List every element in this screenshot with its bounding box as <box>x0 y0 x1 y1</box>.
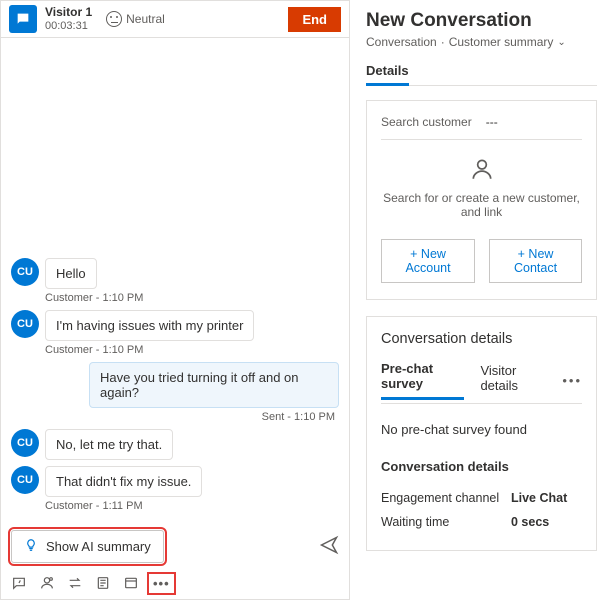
neutral-face-icon <box>106 11 122 27</box>
conversation-details-card: Conversation details Pre-chat survey Vis… <box>366 316 597 551</box>
kv-value: Live Chat <box>511 491 567 505</box>
sentiment-indicator: Neutral <box>106 11 165 27</box>
message-group: CU Hello Customer - 1:10 PM <box>11 258 339 304</box>
chevron-down-icon[interactable]: ⌄ <box>557 37 565 48</box>
chat-panel: Visitor 1 00:03:31 Neutral End CU Hello … <box>0 0 350 600</box>
empty-customer-text: Search for or create a new customer, and… <box>381 191 582 219</box>
kv-label: Waiting time <box>381 515 511 529</box>
new-account-button[interactable]: + New Account <box>381 239 475 283</box>
end-button[interactable]: End <box>288 7 341 32</box>
send-icon[interactable] <box>319 535 339 558</box>
tab-visitor-details[interactable]: Visitor details <box>480 363 546 399</box>
customer-card: Search customer --- Search for or create… <box>366 100 597 300</box>
search-customer-value: --- <box>486 115 498 129</box>
avatar: CU <box>11 310 39 338</box>
knowledge-icon[interactable] <box>123 575 139 591</box>
message-bubble: Hello <box>45 258 97 289</box>
message-group: CU No, let me try that. <box>11 429 339 460</box>
chat-transcript: CU Hello Customer - 1:10 PM CU I'm havin… <box>1 38 349 522</box>
sentiment-label: Neutral <box>126 12 165 26</box>
ai-summary-row: Show AI summary <box>1 522 349 569</box>
person-icon <box>469 170 495 185</box>
breadcrumb-item[interactable]: Customer summary <box>449 35 554 49</box>
kv-waiting-time: Waiting time 0 secs <box>381 510 582 534</box>
message-bubble: Have you tried turning it off and on aga… <box>89 362 339 408</box>
transfer-icon[interactable] <box>67 575 83 591</box>
avatar: CU <box>11 429 39 457</box>
consult-icon[interactable] <box>39 575 55 591</box>
message-group: CU That didn't fix my issue. Customer - … <box>11 466 339 512</box>
conversation-subtabs: Pre-chat survey Visitor details ••• <box>381 361 582 400</box>
visitor-name: Visitor 1 <box>45 5 92 19</box>
message-bubble: That didn't fix my issue. <box>45 466 202 497</box>
tab-prechat-survey[interactable]: Pre-chat survey <box>381 361 464 400</box>
chat-header: Visitor 1 00:03:31 Neutral End <box>1 1 349 38</box>
message-group: CU I'm having issues with my printer Cus… <box>11 310 339 356</box>
message-bubble: I'm having issues with my printer <box>45 310 254 341</box>
conversation-details-title: Conversation details <box>381 331 582 347</box>
empty-customer-block: Search for or create a new customer, and… <box>381 140 582 231</box>
message-meta: Customer - 1:11 PM <box>45 500 339 512</box>
customer-actions: + New Account + New Contact <box>381 239 582 283</box>
message-group-outgoing: Have you tried turning it off and on aga… <box>11 362 339 423</box>
dot-separator: · <box>441 35 445 49</box>
avatar: CU <box>11 466 39 494</box>
conversation-duration: 00:03:31 <box>45 20 92 33</box>
message-bubble: No, let me try that. <box>45 429 173 460</box>
ai-summary-label: Show AI summary <box>46 539 151 554</box>
tab-details[interactable]: Details <box>366 63 409 86</box>
show-ai-summary-button[interactable]: Show AI summary <box>11 530 164 563</box>
quick-reply-icon[interactable] <box>11 575 27 591</box>
kv-value: 0 secs <box>511 515 549 529</box>
kv-engagement-channel: Engagement channel Live Chat <box>381 486 582 510</box>
notes-icon[interactable] <box>95 575 111 591</box>
breadcrumb: Conversation · Customer summary ⌄ <box>366 35 597 49</box>
more-tabs-icon[interactable]: ••• <box>562 373 582 388</box>
breadcrumb-item[interactable]: Conversation <box>366 35 437 49</box>
avatar: CU <box>11 258 39 286</box>
subtab-underline <box>381 403 582 404</box>
side-panel: New Conversation Conversation · Customer… <box>350 0 611 600</box>
more-icon[interactable]: ••• <box>151 576 172 591</box>
spacer <box>11 46 339 258</box>
lightbulb-icon <box>24 538 38 555</box>
chat-channel-icon <box>9 5 37 33</box>
message-meta: Sent - 1:10 PM <box>11 411 335 423</box>
page-title: New Conversation <box>366 10 597 32</box>
chat-toolbar: ••• <box>1 569 349 599</box>
message-meta: Customer - 1:10 PM <box>45 292 339 304</box>
visitor-info: Visitor 1 00:03:31 <box>45 5 92 33</box>
new-contact-button[interactable]: + New Contact <box>489 239 582 283</box>
search-customer-row[interactable]: Search customer --- <box>381 115 582 140</box>
kv-label: Engagement channel <box>381 491 511 505</box>
message-meta: Customer - 1:10 PM <box>45 344 339 356</box>
prechat-empty-text: No pre-chat survey found <box>381 422 582 437</box>
conversation-details-section: Conversation details <box>381 459 582 474</box>
search-customer-label: Search customer <box>381 115 472 129</box>
